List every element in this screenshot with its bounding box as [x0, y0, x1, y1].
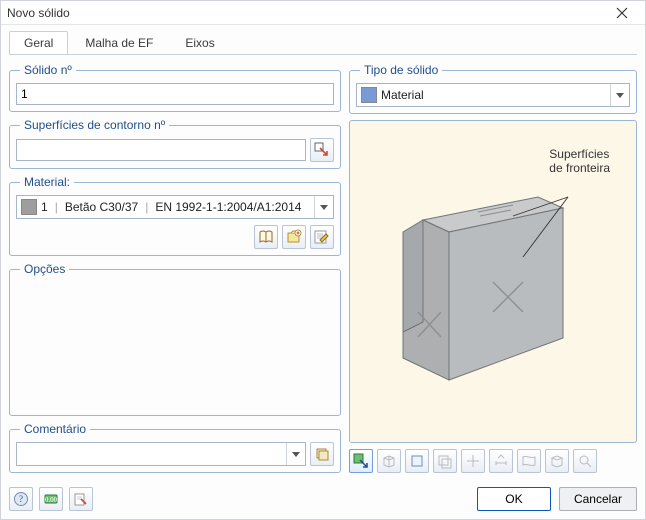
chevron-down-icon [610, 84, 629, 106]
section-icon [521, 453, 537, 469]
tool-section-button[interactable] [517, 449, 541, 473]
titlebar: Novo sólido [1, 1, 645, 25]
comment-combo[interactable] [16, 442, 306, 466]
box-icon [549, 453, 565, 469]
preview-toolbar [349, 449, 637, 473]
tool-crosshair-button[interactable] [461, 449, 485, 473]
material-new-button[interactable] [282, 225, 306, 249]
cube-icon [381, 453, 397, 469]
group-label: Sólido nº [20, 63, 76, 77]
tool-dim-button[interactable] [489, 449, 513, 473]
group-label: Opções [20, 262, 69, 276]
preview-illustration [363, 142, 623, 422]
group-material: Material: 1 | Betão C30/37 | EN 1992-1-1… [9, 175, 341, 256]
right-column: Tipo de sólido Material Superfícies de f… [349, 63, 637, 473]
footer: ? 0.00 OK Cancelar [1, 481, 645, 519]
preview-annotation: Superfícies de fronteira [549, 147, 610, 176]
precision-button[interactable]: 0.00 [39, 487, 63, 511]
tool-view-button[interactable] [405, 449, 429, 473]
help-icon: ? [13, 491, 29, 507]
group-label: Comentário [20, 422, 90, 436]
tabstrip: Geral Malha de EF Eixos [1, 25, 645, 54]
close-button[interactable] [605, 3, 639, 23]
material-norm: EN 1992-1-1:2004/A1:2014 [155, 200, 301, 214]
tool-zoom-button[interactable] [573, 449, 597, 473]
ok-button[interactable]: OK [477, 487, 551, 511]
dialog-window: Novo sólido Geral Malha de EF Eixos Sóli… [0, 0, 646, 520]
tab-malha[interactable]: Malha de EF [70, 31, 168, 54]
favorite-icon [73, 491, 89, 507]
crosshair-icon [465, 453, 481, 469]
cursor-icon [353, 453, 369, 469]
group-options: Opções [9, 262, 341, 416]
stack-icon [314, 446, 330, 462]
svg-text:0.00: 0.00 [45, 496, 58, 504]
new-folder-icon [286, 229, 302, 245]
layers-icon [437, 453, 453, 469]
dimension-icon [493, 453, 509, 469]
pick-icon [314, 142, 330, 158]
content-area: Sólido nº Superfícies de contorno nº Mat… [1, 55, 645, 481]
favorite-button[interactable] [69, 487, 93, 511]
solid-no-input[interactable] [16, 83, 334, 105]
preview-panel: Superfícies de fronteira [349, 120, 637, 443]
material-name: Betão C30/37 [65, 200, 138, 214]
cancel-button[interactable]: Cancelar [559, 487, 637, 511]
solid-type-value: Material [381, 88, 424, 102]
group-label: Material: [20, 175, 74, 189]
comment-library-button[interactable] [310, 442, 334, 466]
group-label: Superfícies de contorno nº [20, 118, 169, 132]
square-icon [409, 453, 425, 469]
solid-type-combo[interactable]: Material [356, 83, 630, 107]
edit-icon [314, 229, 330, 245]
precision-icon: 0.00 [43, 491, 59, 507]
tab-eixos[interactable]: Eixos [170, 31, 229, 54]
group-solid-type: Tipo de sólido Material [349, 63, 637, 114]
tool-box-button[interactable] [545, 449, 569, 473]
group-comment: Comentário [9, 422, 341, 473]
book-icon [258, 229, 274, 245]
group-boundary-surfaces: Superfícies de contorno nº [9, 118, 341, 169]
window-title: Novo sólido [7, 6, 70, 20]
svg-text:?: ? [19, 494, 23, 504]
type-swatch-icon [361, 87, 377, 103]
material-number: 1 [41, 200, 48, 214]
chevron-down-icon [314, 196, 333, 218]
material-edit-button[interactable] [310, 225, 334, 249]
tool-solid-button[interactable] [377, 449, 401, 473]
close-icon [616, 7, 628, 19]
group-label: Tipo de sólido [360, 63, 442, 77]
tool-select-button[interactable] [349, 449, 373, 473]
material-swatch-icon [21, 199, 37, 215]
boundary-surfaces-input[interactable] [16, 139, 306, 161]
chevron-down-icon [286, 443, 305, 465]
tab-geral[interactable]: Geral [9, 31, 68, 54]
tool-layers-button[interactable] [433, 449, 457, 473]
group-solid-no: Sólido nº [9, 63, 341, 112]
help-button[interactable]: ? [9, 487, 33, 511]
pick-surfaces-button[interactable] [310, 138, 334, 162]
material-library-button[interactable] [254, 225, 278, 249]
left-column: Sólido nº Superfícies de contorno nº Mat… [9, 63, 341, 473]
zoom-icon [577, 453, 593, 469]
material-combo[interactable]: 1 | Betão C30/37 | EN 1992-1-1:2004/A1:2… [16, 195, 334, 219]
